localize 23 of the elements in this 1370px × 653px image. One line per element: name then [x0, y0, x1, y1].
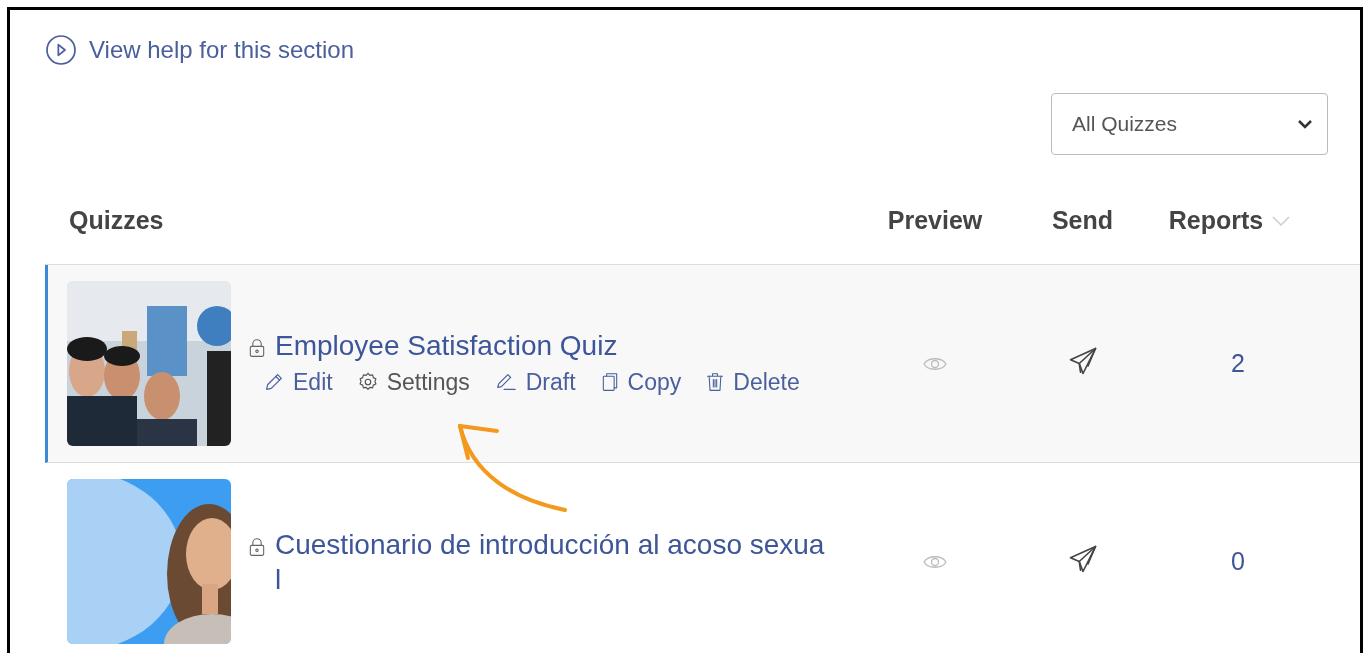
quiz-draft-link[interactable]: Draft [493, 364, 576, 400]
quiz-delete-link[interactable]: Delete [705, 364, 800, 400]
quiz-edit-link[interactable]: Edit [263, 364, 333, 400]
quiz-title-link[interactable]: Employee Satisfaction Quiz [275, 327, 830, 363]
column-header: Quizzes [69, 205, 164, 234]
report-count-link[interactable]: 0 [1231, 542, 1245, 581]
report-count-link[interactable]: 2 [1231, 344, 1245, 383]
quiz-copy-link[interactable]: Copy [599, 364, 682, 400]
column-header: Preview [887, 204, 983, 236]
quiz-title-link[interactable]: Cuestionario de introducción al acoso sexual [275, 526, 830, 597]
settings-icon [356, 371, 379, 393]
pencil-icon [263, 371, 285, 393]
help-link[interactable]: View help for this section [45, 32, 355, 68]
quiz-settings-link[interactable]: Settings [356, 364, 470, 400]
sort-chevron-icon[interactable] [1271, 214, 1292, 227]
column-header: Reports [1168, 204, 1264, 236]
table-row[interactable]: Employee Satisfaction Quiz Edit Settings Draft Copy Delete 2 [45, 265, 1360, 463]
table-row[interactable]: Cuestionario de introducción al acoso sexual 0 [45, 463, 1360, 653]
trash-icon [705, 370, 726, 394]
chevron-down-icon [1297, 118, 1313, 130]
quiz-filter-dropdown[interactable]: All Quizzes [1051, 93, 1328, 155]
play-circle-icon [45, 34, 77, 66]
column-header: Send [1051, 204, 1114, 236]
